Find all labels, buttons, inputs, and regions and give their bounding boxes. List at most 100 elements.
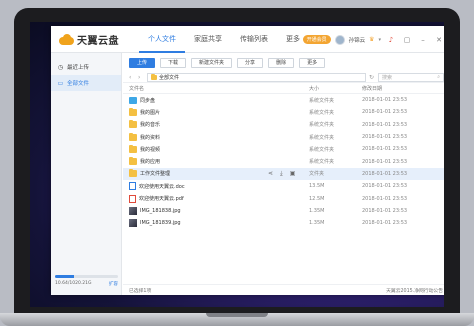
file-name-cell: 我的音乐 — [123, 120, 309, 129]
file-date: 2018-01-01 23:53 — [362, 195, 408, 202]
sync-file-icon — [129, 96, 137, 104]
upload-button[interactable]: 上传 — [129, 57, 156, 68]
sidebar-item-recent-uploads[interactable]: ◷ 最近上传 — [51, 59, 121, 75]
table-header: 文件名 大小 修改日期 — [123, 83, 444, 94]
file-size: 系统文件夹 — [309, 109, 335, 116]
tab-family-share[interactable]: 家庭共享 — [185, 26, 231, 53]
file-size: 文件夹 — [309, 171, 325, 178]
table-row[interactable]: 欢迎使用天翼云.pdf 12.5M 2018-01-01 23:53 — [123, 192, 444, 204]
path-bar: ‹ › 全部文件 ↻ 搜索 ⌕ — [123, 72, 444, 83]
file-name: IMG_181838.jpg — [140, 207, 181, 214]
minimize-icon[interactable]: – — [417, 36, 429, 44]
file-size: 13.5M — [309, 183, 325, 190]
username[interactable]: 孙锦云 — [349, 36, 366, 44]
download-button[interactable]: 下载 — [160, 57, 187, 68]
file-date: 2018-01-01 23:53 — [362, 146, 408, 153]
search-icon[interactable]: ⌕ — [437, 74, 440, 80]
file-name: 工作文件整理 — [140, 171, 171, 178]
chevron-down-icon[interactable]: ▾ — [378, 37, 381, 43]
refresh-icon[interactable]: ↻ — [369, 74, 375, 81]
toolbar: 上传 下载 新建文件夹 分享 删除 更多 — [123, 53, 444, 72]
table-row[interactable]: 工作文件整理 ⋖ ⤓ ▣ 文件夹 2018-01-01 23:53 — [123, 167, 444, 181]
file-name-cell: 我的应用 — [123, 157, 309, 166]
cloud-logo-icon — [59, 33, 74, 45]
file-name: 我的视频 — [140, 146, 161, 153]
column-name[interactable]: 文件名 — [123, 85, 309, 92]
column-size[interactable]: 大小 — [309, 85, 362, 92]
forward-arrow-icon[interactable]: › — [138, 74, 144, 81]
folder-file-icon — [129, 120, 137, 129]
table-row[interactable]: 我的图片 系统文件夹 2018-01-01 23:53 — [123, 106, 444, 118]
laptop-screen: 天翼云盘 个人文件 家庭共享 传输列表 更多 开通会员 孙锦云 ♛ ▾ ♪ ▢ … — [30, 22, 444, 307]
folder-file-icon — [129, 132, 137, 141]
folder-file-icon — [129, 157, 137, 166]
table-row[interactable]: 我的应用 系统文件夹 2018-01-01 23:53 — [123, 155, 444, 167]
column-date[interactable]: 修改日期 — [362, 85, 432, 92]
settings-icon[interactable]: ▢ — [401, 36, 413, 44]
announcement-link[interactable]: 天翼云2015.净网行动公告 — [386, 287, 443, 294]
laptop-notch — [206, 313, 268, 317]
table-row[interactable]: 欢迎使用天翼云.doc 13.5M 2018-01-01 23:53 — [123, 180, 444, 192]
expand-storage-link[interactable]: 扩容 — [109, 281, 118, 287]
folder-icon — [151, 73, 157, 80]
file-name-cell: IMG_181838.jpg — [123, 206, 309, 215]
folder-file-icon — [129, 144, 137, 153]
file-name: 同步盘 — [140, 97, 156, 104]
main-panel: 上传 下载 新建文件夹 分享 删除 更多 ‹ › 全部文件 ↻ 搜索 ⌕ 文件名… — [123, 53, 444, 295]
tab-transfer-list[interactable]: 传输列表 — [231, 26, 277, 53]
file-name-cell: 同步盘 — [123, 96, 309, 104]
status-bar: 已选择1项 天翼云2015.净网行动公告 — [123, 284, 444, 295]
table-row[interactable]: 我的视频 系统文件夹 2018-01-01 23:53 — [123, 143, 444, 155]
file-size: 1.35M — [309, 207, 325, 214]
file-name-cell: IMG_181839.jpg — [123, 219, 309, 228]
avatar[interactable] — [334, 34, 345, 45]
share-icon[interactable]: ⋖ — [268, 170, 273, 178]
search-input[interactable]: 搜索 ⌕ — [378, 72, 444, 82]
folder-icon: ▭ — [57, 79, 64, 87]
file-date: 2018-01-01 23:53 — [362, 134, 408, 141]
file-date: 2018-01-01 23:53 — [362, 109, 408, 116]
folder-file-icon — [129, 169, 137, 178]
file-list: 同步盘 系统文件夹 2018-01-01 23:53 我的图片 系统文件夹 2018-01… — [123, 94, 444, 229]
sidebar-item-all-files[interactable]: ▭ 全部文件 — [51, 75, 121, 91]
file-name: 我的音乐 — [140, 122, 161, 129]
file-date: 2018-01-01 23:53 — [362, 97, 408, 104]
file-name-cell: 欢迎使用天翼云.pdf — [123, 194, 309, 203]
tab-personal-files[interactable]: 个人文件 — [139, 26, 185, 53]
share-button[interactable]: 分享 — [237, 57, 264, 68]
file-size: 系统文件夹 — [309, 146, 335, 153]
table-row[interactable]: 我的音乐 系统文件夹 2018-01-01 23:53 — [123, 119, 444, 131]
more-button[interactable]: 更多 — [299, 57, 326, 68]
breadcrumb[interactable]: 全部文件 — [147, 72, 366, 82]
download-icon[interactable]: ⤓ — [280, 170, 283, 178]
file-size: 12.5M — [309, 195, 325, 202]
bell-icon[interactable]: ♪ — [385, 36, 397, 44]
app-logo: 天翼云盘 — [59, 32, 139, 47]
sidebar-item-label: 全部文件 — [67, 81, 90, 87]
trash-icon[interactable]: ▣ — [290, 170, 296, 178]
file-name: IMG_181839.jpg — [140, 220, 181, 227]
file-date: 2018-01-01 23:53 — [362, 183, 408, 190]
breadcrumb-current: 全部文件 — [159, 74, 180, 81]
quota-bar — [55, 275, 118, 278]
member-button[interactable]: 开通会员 — [302, 35, 331, 44]
table-row[interactable]: 同步盘 系统文件夹 2018-01-01 23:53 — [123, 94, 444, 106]
file-size: 系统文件夹 — [309, 97, 335, 104]
delete-button[interactable]: 删除 — [268, 57, 295, 68]
pdf-file-icon — [129, 194, 136, 203]
crown-icon: ♛ — [369, 36, 375, 43]
doc-file-icon — [129, 182, 136, 191]
table-row[interactable]: 我的资料 系统文件夹 2018-01-01 23:53 — [123, 131, 444, 143]
file-name-cell: 我的资料 — [123, 132, 309, 141]
file-size: 系统文件夹 — [309, 159, 335, 166]
close-icon[interactable]: ✕ — [433, 36, 444, 44]
back-arrow-icon[interactable]: ‹ — [129, 74, 135, 81]
title-right-area: 开通会员 孙锦云 ♛ ▾ ♪ ▢ – ✕ — [302, 26, 444, 53]
file-date: 2018-01-01 23:53 — [362, 170, 408, 177]
sidebar-item-label: 最近上传 — [67, 65, 90, 71]
file-name-cell: 我的图片 — [123, 107, 309, 116]
new-folder-button[interactable]: 新建文件夹 — [191, 57, 233, 68]
table-row[interactable]: IMG_181839.jpg 1.35M 2018-01-01 23:53 — [123, 217, 444, 229]
table-row[interactable]: IMG_181838.jpg 1.35M 2018-01-01 23:53 — [123, 205, 444, 217]
logo-text: 天翼云盘 — [77, 35, 119, 47]
